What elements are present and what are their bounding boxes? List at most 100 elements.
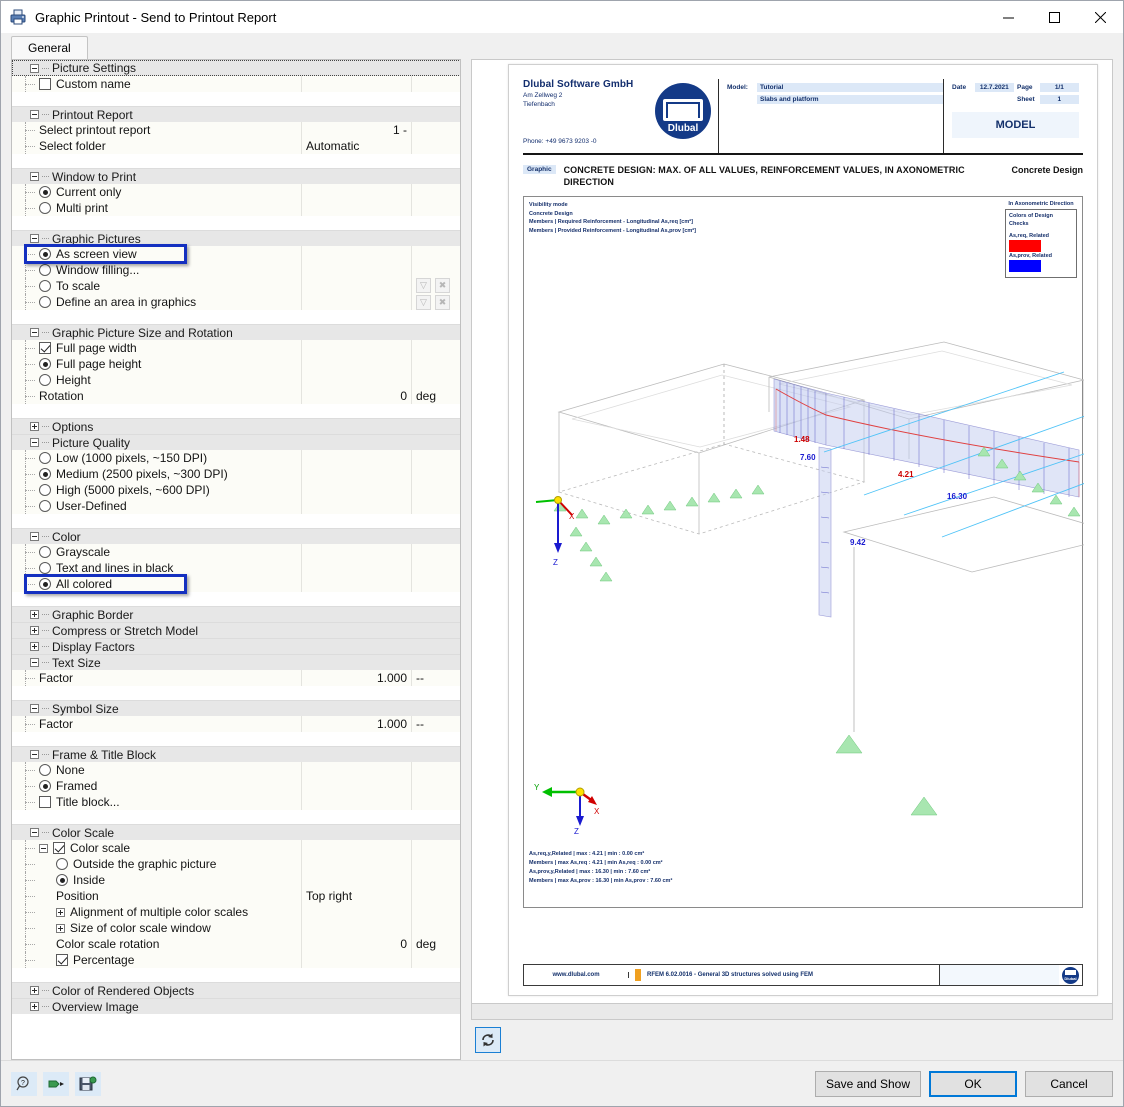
close-icon[interactable]: ✖ — [435, 278, 450, 293]
tree-group-graphic-border[interactable]: Graphic Border — [12, 606, 460, 622]
expand-icon[interactable] — [30, 986, 39, 995]
tree-row-value[interactable] — [302, 498, 412, 514]
tree-row-value[interactable]: 0 — [302, 388, 412, 404]
tree-row-value[interactable] — [302, 340, 412, 356]
tree-row-value[interactable] — [302, 762, 412, 778]
tree-row[interactable]: Select folder Automatic — [12, 138, 460, 154]
tree-row[interactable]: Select printout report 1 - — [12, 122, 460, 138]
radio-height[interactable] — [39, 374, 51, 386]
close-button[interactable] — [1077, 1, 1123, 33]
tree-group-printout-report[interactable]: Printout Report — [12, 106, 460, 122]
collapse-icon[interactable] — [30, 658, 39, 667]
tree-row[interactable]: Medium (2500 pixels, ~300 DPI) — [12, 466, 460, 482]
tree-row[interactable]: Framed — [12, 778, 460, 794]
radio-as-screen-view[interactable] — [39, 248, 51, 260]
tree-row[interactable]: To scale — [12, 278, 460, 294]
radio-grayscale[interactable] — [39, 546, 51, 558]
ok-button[interactable]: OK — [929, 1070, 1017, 1097]
collapse-icon[interactable] — [30, 828, 39, 837]
collapse-icon[interactable] — [30, 704, 39, 713]
tree-group-overview-image[interactable]: Overview Image — [12, 998, 460, 1014]
tree-group-window-to-print[interactable]: Window to Print — [12, 168, 460, 184]
collapse-icon[interactable] — [30, 172, 39, 181]
help-icon[interactable]: ? — [11, 1071, 37, 1096]
collapse-icon[interactable] — [30, 63, 39, 73]
checkbox-custom-name[interactable] — [39, 78, 51, 90]
collapse-icon[interactable] — [30, 438, 39, 447]
tree-row[interactable]: Current only — [12, 184, 460, 200]
refresh-icon[interactable] — [475, 1027, 501, 1053]
save-settings-icon[interactable] — [75, 1071, 101, 1096]
tree-row[interactable]: Low (1000 pixels, ~150 DPI) — [12, 450, 460, 466]
tree-row[interactable]: Alignment of multiple color scales — [12, 904, 460, 920]
tree-row-value[interactable]: Automatic — [302, 138, 412, 154]
radio-low-1000-pixels-150-dpi[interactable] — [39, 452, 51, 464]
tree-row-value[interactable] — [302, 76, 412, 92]
tree-row[interactable]: Factor 1.000 -- — [12, 670, 460, 686]
tree-row-value[interactable] — [302, 904, 412, 920]
tree-row[interactable]: None — [12, 762, 460, 778]
tree-row[interactable]: High (5000 pixels, ~600 DPI) — [12, 482, 460, 498]
tree-row[interactable]: Color scale — [12, 840, 460, 856]
collapse-icon[interactable] — [30, 328, 39, 337]
radio-none[interactable] — [39, 764, 51, 776]
checkbox-color-scale[interactable] — [53, 842, 65, 854]
collapse-icon[interactable] — [39, 843, 48, 853]
tree-row[interactable]: User-Defined — [12, 498, 460, 514]
tree-row-value[interactable] — [302, 246, 412, 262]
radio-text-and-lines-in-black[interactable] — [39, 562, 51, 574]
dropdown-icon[interactable]: ▽ — [416, 295, 431, 310]
tree-row-value[interactable] — [302, 278, 412, 294]
tree-row-value[interactable] — [302, 294, 412, 310]
tree-row[interactable]: Full page width — [12, 340, 460, 356]
expand-icon[interactable] — [56, 907, 65, 917]
radio-define-an-area-in-graphics[interactable] — [39, 296, 51, 308]
tree-row-value[interactable] — [302, 372, 412, 388]
collapse-icon[interactable] — [30, 110, 39, 119]
tree-group-frame-title-block[interactable]: Frame & Title Block — [12, 746, 460, 762]
tree-row[interactable]: Position Top right — [12, 888, 460, 904]
tree-group-compress-or-stretch-model[interactable]: Compress or Stretch Model — [12, 622, 460, 638]
load-settings-icon[interactable] — [43, 1071, 69, 1096]
tree-row-value[interactable] — [302, 184, 412, 200]
radio-inside[interactable] — [56, 874, 68, 886]
tree-row[interactable]: Percentage — [12, 952, 460, 968]
collapse-icon[interactable] — [30, 532, 39, 541]
dropdown-icon[interactable]: ▽ — [416, 278, 431, 293]
tree-row[interactable]: Window filling... — [12, 262, 460, 278]
tree-group-graphic-picture-size-and-rotation[interactable]: Graphic Picture Size and Rotation — [12, 324, 460, 340]
expand-icon[interactable] — [30, 1002, 39, 1011]
tree-row-value[interactable]: Top right — [302, 888, 412, 904]
radio-all-colored[interactable] — [39, 578, 51, 590]
tree-row[interactable]: Color scale rotation 0 deg — [12, 936, 460, 952]
checkbox-percentage[interactable] — [56, 954, 68, 966]
tree-row[interactable]: Grayscale — [12, 544, 460, 560]
cancel-button[interactable]: Cancel — [1025, 1070, 1113, 1097]
tree-row-value[interactable] — [302, 576, 412, 592]
checkbox-title-block[interactable] — [39, 796, 51, 808]
tree-row-value[interactable] — [302, 794, 412, 810]
tree-row-value[interactable] — [302, 544, 412, 560]
tree-group-text-size[interactable]: Text Size — [12, 654, 460, 670]
tree-group-color-of-rendered-objects[interactable]: Color of Rendered Objects — [12, 982, 460, 998]
tree-group-picture-quality[interactable]: Picture Quality — [12, 434, 460, 450]
tree-row-value[interactable] — [302, 560, 412, 576]
tree-group-graphic-pictures[interactable]: Graphic Pictures — [12, 230, 460, 246]
tree-row[interactable]: Height — [12, 372, 460, 388]
tree-row[interactable]: Size of color scale window — [12, 920, 460, 936]
tree-row-value[interactable]: 1 - — [302, 122, 412, 138]
expand-icon[interactable] — [30, 422, 39, 431]
tree-row-value[interactable] — [302, 872, 412, 888]
tree-row-value[interactable] — [302, 262, 412, 278]
expand-icon[interactable] — [30, 626, 39, 635]
tree-group-display-factors[interactable]: Display Factors — [12, 638, 460, 654]
tab-general[interactable]: General — [11, 36, 88, 60]
tree-row[interactable]: All colored — [12, 576, 460, 592]
radio-high-5000-pixels-600-dpi[interactable] — [39, 484, 51, 496]
tree-row-value[interactable] — [302, 952, 412, 968]
minimize-button[interactable] — [985, 1, 1031, 33]
tree-row-value[interactable] — [302, 356, 412, 372]
radio-user-defined[interactable] — [39, 500, 51, 512]
radio-medium-2500-pixels-300-dpi[interactable] — [39, 468, 51, 480]
tree-row[interactable]: Rotation 0 deg — [12, 388, 460, 404]
